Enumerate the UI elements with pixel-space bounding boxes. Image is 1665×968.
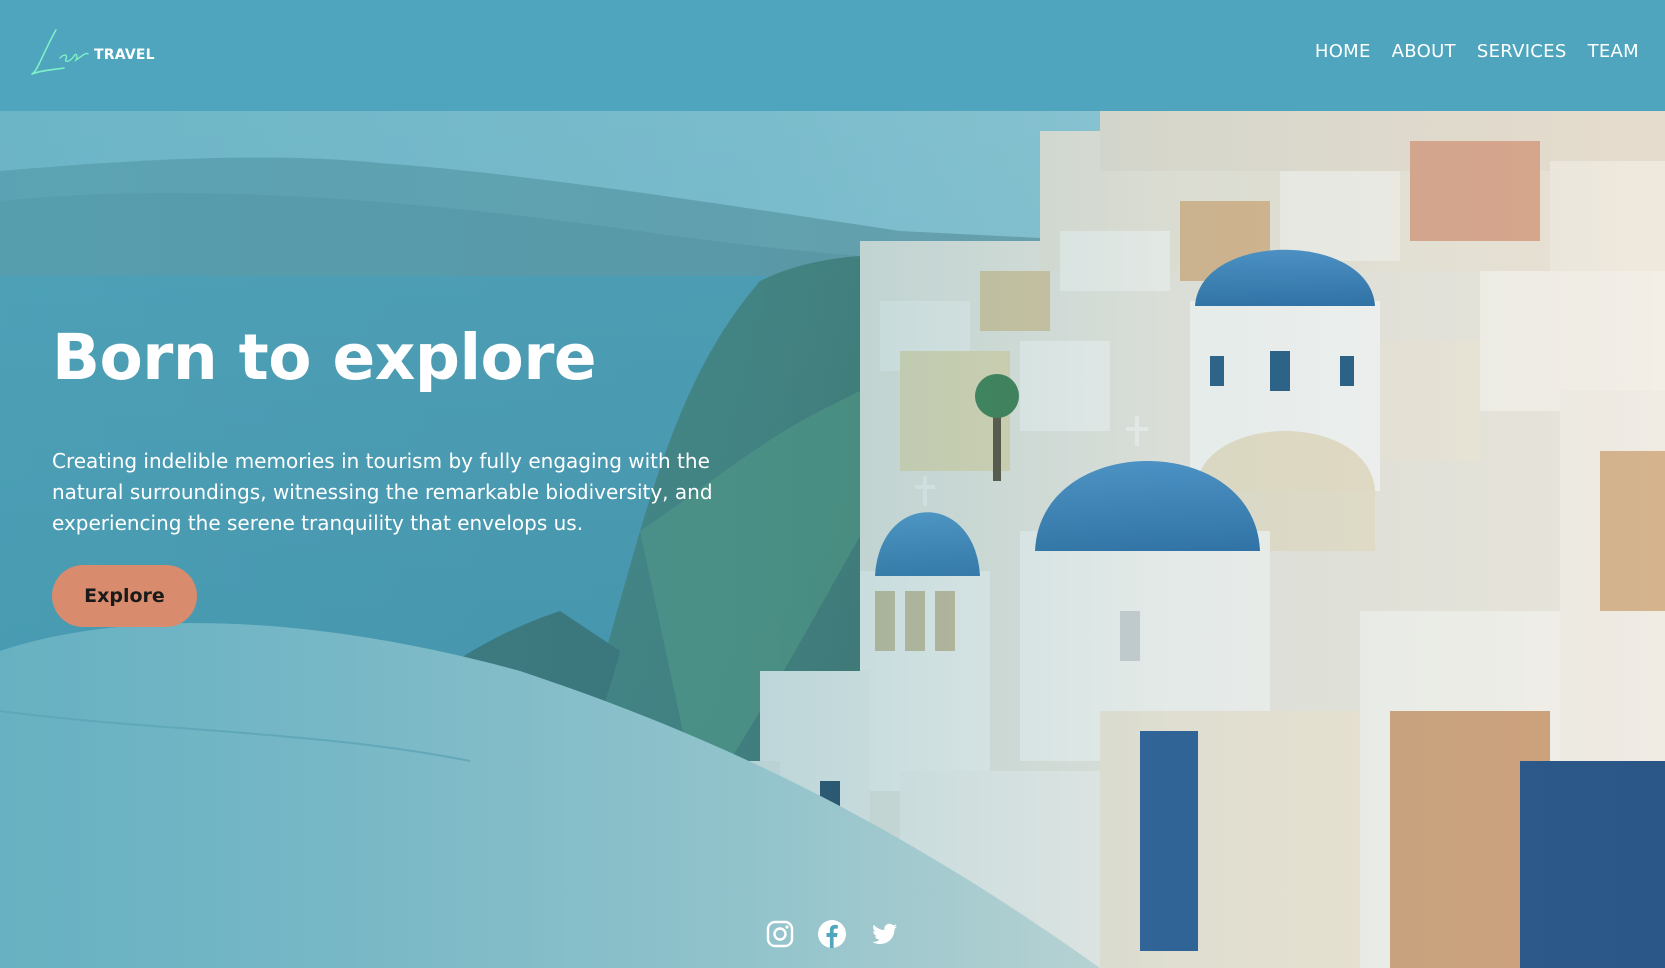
instagram-icon[interactable]: [765, 919, 795, 949]
nav-item-home[interactable]: HOME: [1315, 41, 1371, 62]
hero-description: Creating indelible memories in tourism b…: [52, 449, 713, 535]
nav-item-about[interactable]: ABOUT: [1392, 41, 1456, 62]
logo[interactable]: TRAVEL: [30, 26, 155, 80]
facebook-icon[interactable]: [817, 919, 847, 949]
hero-title: Born to explore: [52, 321, 597, 394]
explore-button[interactable]: Explore: [52, 565, 197, 627]
main-nav: HOME ABOUT SERVICES TEAM: [1315, 41, 1639, 62]
nav-item-team[interactable]: TEAM: [1588, 41, 1639, 62]
site-header: TRAVEL HOME ABOUT SERVICES TEAM: [0, 0, 1665, 111]
twitter-icon[interactable]: [869, 919, 899, 949]
hero-section: Born to explore Creating indelible memor…: [0, 111, 1665, 968]
nav-item-services[interactable]: SERVICES: [1477, 41, 1567, 62]
logo-script-mark: [31, 29, 89, 75]
social-links: [765, 919, 899, 949]
hero-color-overlay: [0, 111, 1665, 968]
logo-text: TRAVEL: [94, 47, 155, 63]
